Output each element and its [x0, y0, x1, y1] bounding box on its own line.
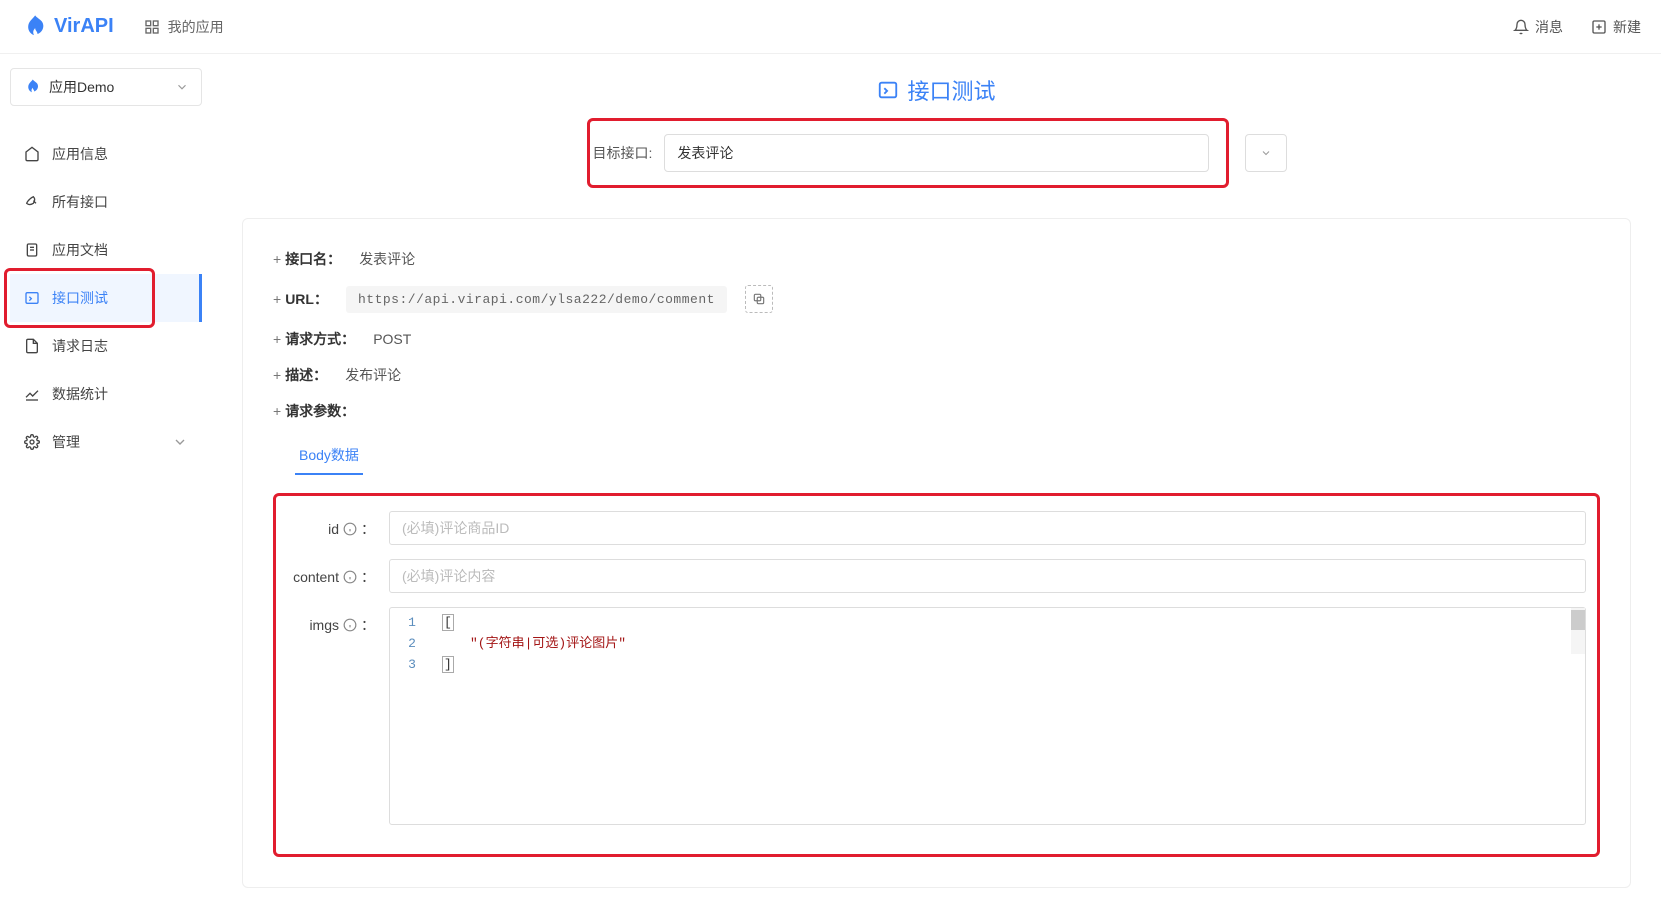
- code-line-numbers: 1 2 3: [390, 608, 434, 824]
- api-params-label: 请求参数：: [285, 403, 355, 419]
- header-right: 消息 新建: [1513, 17, 1641, 37]
- target-select-dropdown-button[interactable]: [1245, 134, 1287, 172]
- api-desc-row: +描述： 发布评论: [273, 365, 1600, 385]
- api-url-label: URL：: [285, 291, 328, 307]
- header-create-new[interactable]: 新建: [1591, 17, 1641, 37]
- api-url-row: +URL： https://api.virapi.com/ylsa222/dem…: [273, 285, 1600, 313]
- field-content-label: content ：: [281, 559, 375, 587]
- chevron-down-icon: [172, 434, 188, 450]
- api-name-value: 发表评论: [359, 249, 415, 269]
- sidebar-item-all-api[interactable]: 所有接口: [10, 178, 202, 226]
- logo-flame-icon: [20, 13, 48, 41]
- header-create-new-label: 新建: [1613, 17, 1641, 37]
- main-content: 接口测试 目标接口: 发表评论 +接口名： 发表评论 +URL： https:/…: [212, 54, 1661, 918]
- form-row-imgs: imgs ： 1 2 3 [: [281, 607, 1586, 825]
- sidebar-item-app-info[interactable]: 应用信息: [10, 130, 202, 178]
- target-label: 目标接口:: [593, 143, 653, 163]
- api-detail-card: +接口名： 发表评论 +URL： https://api.virapi.com/…: [242, 218, 1631, 888]
- api-method-label: 请求方式：: [285, 331, 355, 347]
- sidebar-item-label: 接口测试: [52, 288, 108, 308]
- home-icon: [24, 146, 40, 162]
- target-api-select[interactable]: 发表评论: [664, 134, 1208, 172]
- rocket-icon: [24, 194, 40, 210]
- sidebar-item-label: 应用文档: [52, 240, 108, 260]
- terminal-icon: [877, 79, 899, 101]
- target-api-value: 发表评论: [677, 145, 733, 161]
- gear-icon: [24, 434, 40, 450]
- apps-grid-icon: [144, 19, 160, 35]
- app-selector[interactable]: 应用Demo: [10, 68, 202, 106]
- brand-text: VirAPI: [54, 15, 114, 38]
- copy-url-button[interactable]: [745, 285, 773, 313]
- page-title-text: 接口测试: [907, 74, 995, 106]
- sidebar-item-label: 请求日志: [52, 336, 108, 356]
- bell-icon: [1513, 19, 1529, 35]
- doc-icon: [24, 242, 40, 258]
- top-header: VirAPI 我的应用 消息 新建: [0, 0, 1661, 54]
- sidebar-item-app-doc[interactable]: 应用文档: [10, 226, 202, 274]
- sidebar-item-stats[interactable]: 数据统计: [10, 370, 202, 418]
- target-row: 目标接口: 发表评论: [212, 118, 1661, 188]
- nav-my-apps[interactable]: 我的应用: [144, 17, 224, 37]
- sidebar-item-label: 管理: [52, 432, 80, 452]
- params-tabs: Body数据: [295, 437, 1600, 475]
- sidebar-item-label: 数据统计: [52, 384, 108, 404]
- tab-body-data[interactable]: Body数据: [295, 437, 363, 475]
- sidebar-menu: 应用信息 所有接口 应用文档 接口测试 请求日志 数据统计: [10, 130, 202, 466]
- logo[interactable]: VirAPI: [20, 13, 114, 41]
- app-selector-label: 应用Demo: [49, 77, 114, 97]
- plus-square-icon: [1591, 19, 1607, 35]
- copy-icon: [752, 292, 766, 306]
- chart-icon: [24, 386, 40, 402]
- chevron-down-icon: [1260, 147, 1272, 159]
- field-id-input[interactable]: [389, 511, 1586, 545]
- api-name-row: +接口名： 发表评论: [273, 249, 1600, 269]
- field-imgs-editor[interactable]: 1 2 3 [ "(字符串|可选)评论图片" ]: [389, 607, 1586, 825]
- page-title: 接口测试: [212, 54, 1661, 118]
- field-id-label: id ：: [281, 511, 375, 539]
- nav-my-apps-label: 我的应用: [168, 17, 224, 37]
- header-left: VirAPI 我的应用: [20, 13, 224, 41]
- form-row-content: content ：: [281, 559, 1586, 593]
- form-area: id ： content ：: [273, 493, 1600, 857]
- header-messages[interactable]: 消息: [1513, 17, 1563, 37]
- minimap-scrollbar[interactable]: [1571, 608, 1585, 654]
- info-circle-icon[interactable]: [343, 522, 357, 536]
- sidebar-item-request-log[interactable]: 请求日志: [10, 322, 202, 370]
- api-method-value: POST: [373, 331, 411, 347]
- sidebar-item-label: 所有接口: [52, 192, 108, 212]
- api-method-row: +请求方式： POST: [273, 329, 1600, 349]
- sidebar-item-manage[interactable]: 管理: [10, 418, 202, 466]
- form-row-id: id ：: [281, 511, 1586, 545]
- api-params-row: +请求参数：: [273, 401, 1600, 421]
- sidebar-item-label: 应用信息: [52, 144, 108, 164]
- file-icon: [24, 338, 40, 354]
- header-messages-label: 消息: [1535, 17, 1563, 37]
- sidebar: 应用Demo 应用信息 所有接口 应用文档 接口测试: [0, 54, 212, 918]
- api-name-label: 接口名：: [285, 251, 341, 267]
- api-desc-label: 描述：: [285, 367, 327, 383]
- terminal-icon: [24, 290, 40, 306]
- api-url-value: https://api.virapi.com/ylsa222/demo/comm…: [346, 286, 727, 313]
- field-content-input[interactable]: [389, 559, 1586, 593]
- field-imgs-label: imgs ：: [281, 607, 375, 635]
- info-circle-icon[interactable]: [343, 618, 357, 632]
- app-flame-icon: [23, 78, 41, 96]
- code-body[interactable]: [ "(字符串|可选)评论图片" ]: [434, 608, 1585, 824]
- info-circle-icon[interactable]: [343, 570, 357, 584]
- api-desc-value: 发布评论: [345, 365, 401, 385]
- sidebar-item-api-test[interactable]: 接口测试: [10, 274, 202, 322]
- chevron-down-icon: [175, 80, 189, 94]
